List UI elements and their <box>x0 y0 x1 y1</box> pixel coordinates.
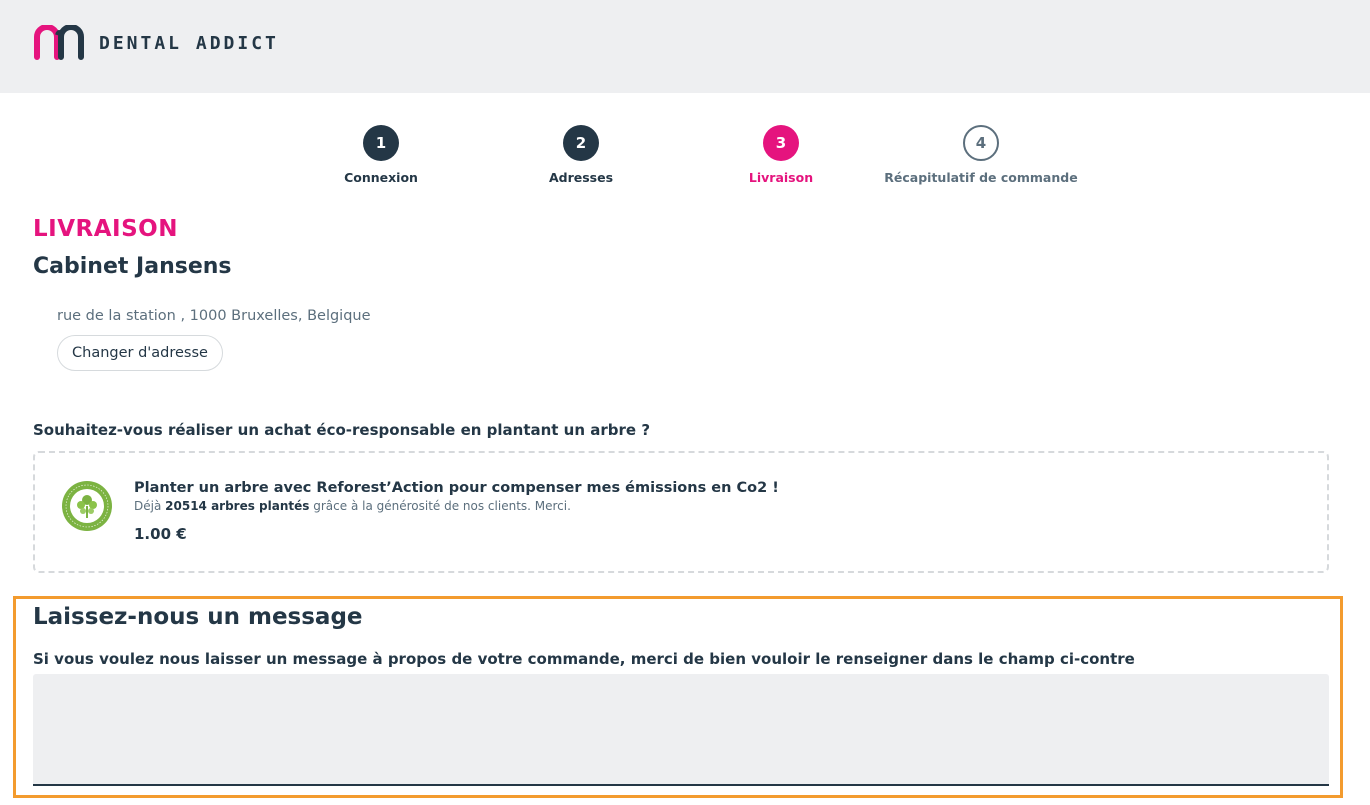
step-number: 2 <box>563 125 599 161</box>
message-textarea[interactable] <box>33 674 1329 786</box>
trees-count: 20514 arbres plantés <box>165 499 310 513</box>
step-number: 1 <box>363 125 399 161</box>
dental-addict-logo-icon <box>34 25 84 60</box>
address-name: Cabinet Jansens <box>33 254 232 279</box>
step-label: Connexion <box>344 170 418 185</box>
eco-subtitle: Déjà 20514 arbres plantés grâce à la gén… <box>134 499 571 513</box>
brand-logo[interactable]: DENTAL ADDICT <box>33 25 279 61</box>
achat-responsable-badge-icon <box>62 481 112 531</box>
step-livraison[interactable]: 3 Livraison <box>671 125 891 185</box>
step-label: Adresses <box>548 170 614 185</box>
header: DENTAL ADDICT <box>0 0 1370 93</box>
checkout-steps: 1 Connexion 2 Adresses 3 Livraison 4 Réc… <box>0 125 1370 195</box>
step-label: Récapitulatif de commande <box>884 170 1078 185</box>
eco-title: Planter un arbre avec Reforest’Action po… <box>134 480 779 496</box>
brand-name: DENTAL ADDICT <box>99 32 279 54</box>
message-help-text: Si vous voulez nous laisser un message à… <box>33 650 1135 668</box>
message-section: Laissez-nous un message Si vous voulez n… <box>13 596 1343 798</box>
message-title: Laissez-nous un message <box>33 604 363 630</box>
section-title: LIVRAISON <box>33 216 178 242</box>
step-connexion[interactable]: 1 Connexion <box>271 125 491 185</box>
change-address-button[interactable]: Changer d'adresse <box>57 335 223 371</box>
eco-question: Souhaitez-vous réaliser un achat éco-res… <box>33 421 651 439</box>
eco-price: 1.00 € <box>134 525 187 543</box>
step-number: 4 <box>963 125 999 161</box>
step-number: 3 <box>763 125 799 161</box>
step-recapitulatif: 4 Récapitulatif de commande <box>871 125 1091 185</box>
step-adresses[interactable]: 2 Adresses <box>471 125 691 185</box>
eco-option-card[interactable]: Planter un arbre avec Reforest’Action po… <box>33 451 1329 573</box>
address-line: rue de la station , 1000 Bruxelles, Belg… <box>57 308 371 324</box>
step-label: Livraison <box>748 170 814 185</box>
